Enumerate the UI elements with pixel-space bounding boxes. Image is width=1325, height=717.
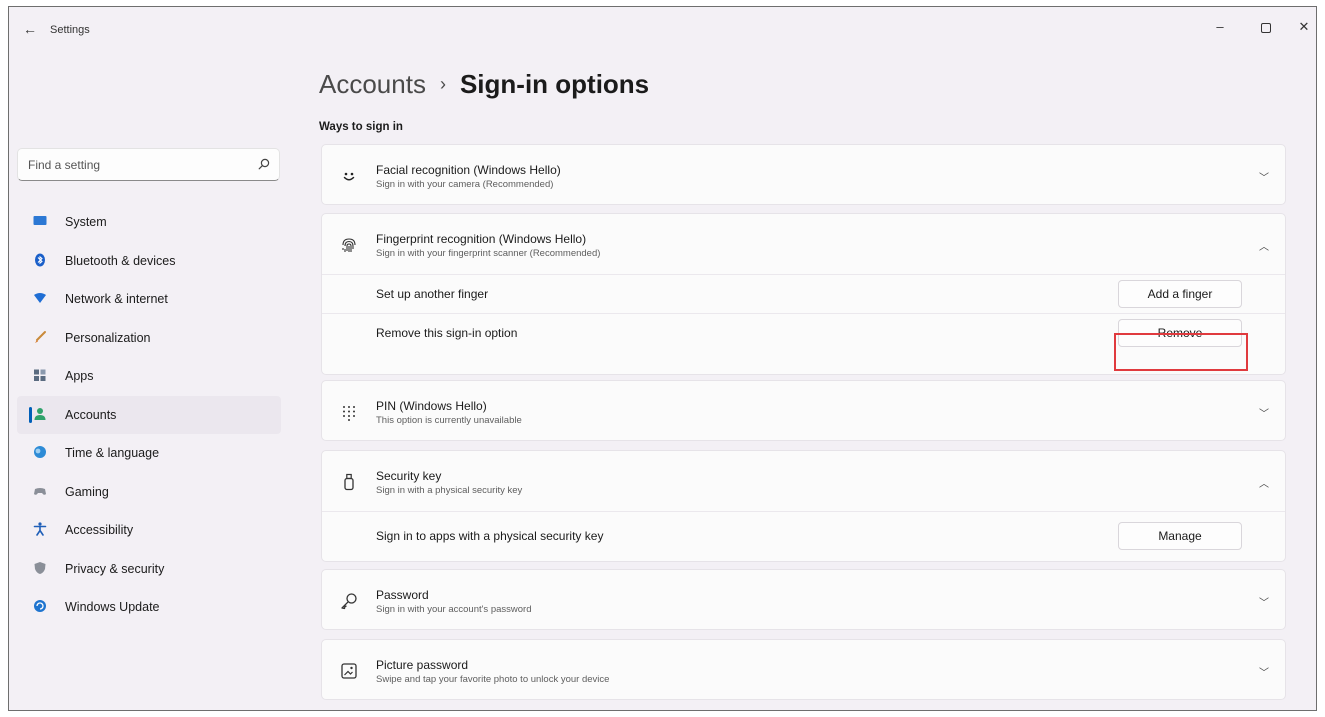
picture-password-header[interactable]: Picture password Swipe and tap your favo… bbox=[322, 640, 1285, 700]
chevron-down-icon[interactable]: ﹀ bbox=[1259, 169, 1269, 184]
option-subtitle: This option is currently unavailable bbox=[376, 415, 522, 426]
sidebar-item-system[interactable]: System bbox=[9, 203, 289, 242]
sidebar-item-label: Personalization bbox=[65, 330, 151, 345]
title-bar: ← Settings – ✕ bbox=[9, 7, 1316, 47]
sidebar-item-network[interactable]: Network & internet bbox=[9, 280, 289, 319]
key-icon bbox=[341, 593, 357, 610]
sidebar-item-accessibility[interactable]: Accessibility bbox=[9, 511, 289, 550]
update-icon bbox=[34, 600, 46, 612]
restore-icon bbox=[1261, 22, 1271, 33]
close-button[interactable]: ✕ bbox=[1289, 15, 1316, 39]
bluetooth-icon bbox=[35, 253, 45, 266]
fingerprint-icon bbox=[342, 238, 356, 252]
fingerprint-recognition-header[interactable]: Fingerprint recognition (Windows Hello) … bbox=[322, 214, 1285, 274]
sidebar-item-label: System bbox=[65, 215, 107, 229]
security-key-card: Security key Sign in with a physical sec… bbox=[321, 450, 1286, 562]
sidebar-item-accounts[interactable]: Accounts bbox=[17, 395, 281, 434]
section-label: Ways to sign in bbox=[319, 121, 403, 133]
option-subtitle: Sign in with a physical security key bbox=[376, 485, 523, 496]
search-input[interactable]: Find a setting bbox=[17, 148, 280, 181]
person-icon bbox=[34, 407, 46, 420]
breadcrumb-current: Sign-in options bbox=[459, 69, 650, 99]
manage-button[interactable]: Manage bbox=[1118, 522, 1242, 550]
usb-key-icon bbox=[344, 473, 354, 491]
sidebar-nav: System Bluetooth & devices Network & int… bbox=[9, 203, 289, 627]
globe-clock-icon bbox=[34, 446, 46, 458]
sidebar-item-bluetooth[interactable]: Bluetooth & devices bbox=[9, 242, 289, 281]
picture-password-card[interactable]: Picture password Swipe and tap your favo… bbox=[321, 639, 1286, 700]
sidebar-item-label: Network & internet bbox=[65, 292, 168, 306]
wifi-icon bbox=[34, 293, 46, 303]
pin-header[interactable]: PIN (Windows Hello) This option is curre… bbox=[322, 381, 1285, 441]
selection-indicator bbox=[29, 406, 32, 423]
breadcrumb-accounts[interactable]: Accounts bbox=[319, 69, 426, 99]
keypad-icon bbox=[343, 406, 355, 421]
chevron-down-icon[interactable]: ﹀ bbox=[1259, 405, 1269, 420]
minimize-button[interactable]: – bbox=[1205, 15, 1235, 39]
settings-window: ← Settings – ✕ Find a setting System Blu… bbox=[8, 6, 1317, 711]
breadcrumb-separator: › bbox=[439, 74, 446, 94]
monitor-icon bbox=[33, 216, 47, 225]
face-icon bbox=[343, 172, 355, 181]
sidebar-item-label: Time & language bbox=[65, 446, 160, 460]
picture-icon bbox=[341, 663, 357, 679]
maximize-button[interactable] bbox=[1251, 15, 1281, 39]
option-title: PIN (Windows Hello) bbox=[376, 399, 487, 413]
chevron-up-icon[interactable]: ︿ bbox=[1259, 238, 1269, 253]
password-header[interactable]: Password Sign in with your account's pas… bbox=[322, 570, 1285, 630]
sidebar-item-time-language[interactable]: Time & language bbox=[9, 434, 289, 473]
option-title: Facial recognition (Windows Hello) bbox=[376, 163, 561, 177]
security-key-apps-row: Sign in to apps with a physical security… bbox=[322, 511, 1285, 560]
security-key-header[interactable]: Security key Sign in with a physical sec… bbox=[322, 451, 1285, 511]
facial-recognition-header[interactable]: Facial recognition (Windows Hello) Sign … bbox=[322, 145, 1285, 205]
apps-icon bbox=[34, 369, 46, 381]
sidebar-item-label: Gaming bbox=[65, 484, 109, 499]
brush-icon bbox=[35, 330, 46, 343]
search-placeholder: Find a setting bbox=[28, 158, 101, 172]
remove-button-highlight bbox=[1114, 333, 1248, 371]
sidebar-item-label: Bluetooth & devices bbox=[65, 253, 176, 268]
chevron-up-icon[interactable]: ︿ bbox=[1259, 475, 1269, 490]
search-icon bbox=[258, 158, 270, 170]
option-subtitle: Swipe and tap your favorite photo to unl… bbox=[376, 674, 610, 685]
sidebar-item-gaming[interactable]: Gaming bbox=[9, 473, 289, 512]
sidebar-item-windows-update[interactable]: Windows Update bbox=[9, 588, 289, 627]
sidebar-item-label: Apps bbox=[65, 369, 94, 383]
chevron-down-icon[interactable]: ﹀ bbox=[1259, 594, 1269, 609]
sidebar-item-privacy-security[interactable]: Privacy & security bbox=[9, 550, 289, 589]
option-subtitle: Sign in with your account's password bbox=[376, 604, 532, 615]
option-title: Fingerprint recognition (Windows Hello) bbox=[376, 232, 587, 246]
chevron-down-icon[interactable]: ﹀ bbox=[1259, 664, 1269, 679]
option-title: Password bbox=[376, 588, 429, 602]
shield-icon bbox=[34, 561, 46, 574]
option-subtitle: Sign in with your camera (Recommended) bbox=[376, 179, 554, 190]
accessibility-icon bbox=[33, 522, 47, 536]
sidebar-item-apps[interactable]: Apps bbox=[9, 357, 289, 396]
add-finger-button[interactable]: Add a finger bbox=[1118, 280, 1242, 308]
page-title: Accounts › Sign-in options bbox=[319, 69, 649, 100]
pin-card[interactable]: PIN (Windows Hello) This option is curre… bbox=[321, 380, 1286, 441]
password-card[interactable]: Password Sign in with your account's pas… bbox=[321, 569, 1286, 630]
security-key-apps-label: Sign in to apps with a physical security… bbox=[376, 529, 604, 543]
setup-another-finger-row: Set up another finger Add a finger bbox=[322, 274, 1285, 313]
setup-another-finger-label: Set up another finger bbox=[376, 287, 489, 301]
sidebar-item-label: Windows Update bbox=[65, 600, 160, 614]
app-title: Settings bbox=[50, 24, 90, 36]
option-title: Picture password bbox=[376, 658, 469, 672]
sidebar-item-label: Privacy & security bbox=[65, 561, 165, 576]
gamepad-icon bbox=[34, 487, 46, 495]
option-title: Security key bbox=[376, 469, 442, 483]
sidebar-item-personalization[interactable]: Personalization bbox=[9, 319, 289, 358]
remove-sign-in-option-label: Remove this sign-in option bbox=[376, 326, 518, 340]
back-arrow-icon[interactable]: ← bbox=[23, 21, 37, 37]
facial-recognition-card[interactable]: Facial recognition (Windows Hello) Sign … bbox=[321, 144, 1286, 205]
option-subtitle: Sign in with your fingerprint scanner (R… bbox=[376, 248, 601, 259]
sidebar-item-label: Accessibility bbox=[65, 523, 134, 537]
sidebar-item-label: Accounts bbox=[65, 407, 117, 422]
